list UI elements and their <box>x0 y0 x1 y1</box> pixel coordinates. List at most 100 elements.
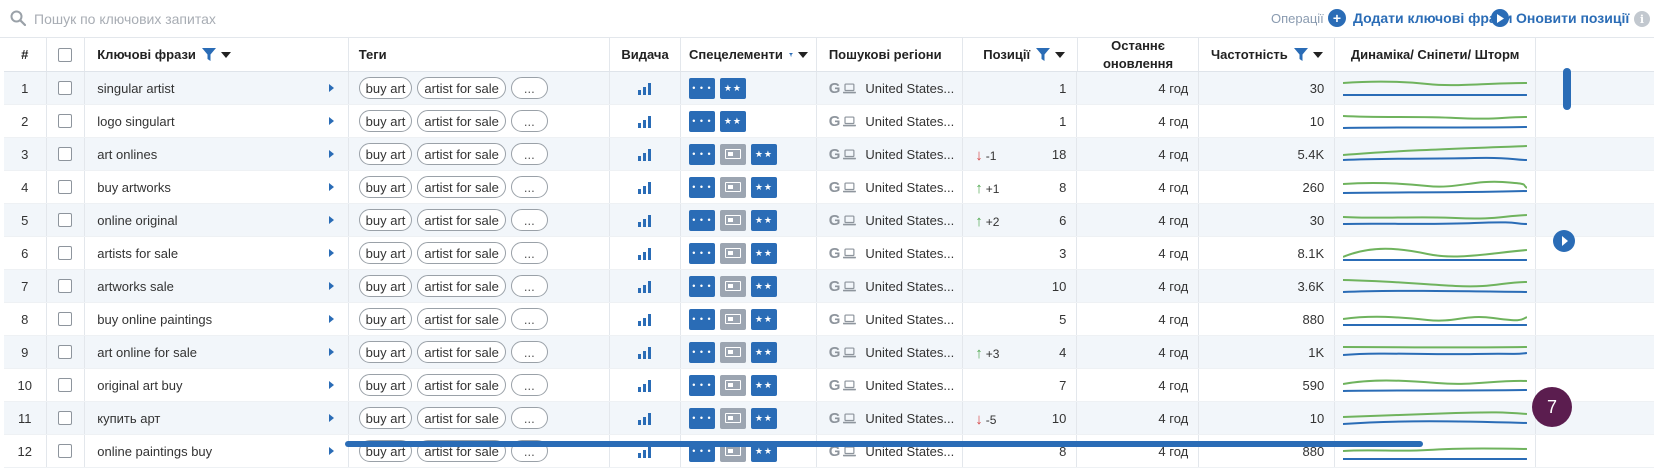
tag-chip[interactable]: artist for sale <box>417 242 506 264</box>
more-special-elements-icon[interactable]: • • • <box>688 209 715 231</box>
keyword-text[interactable]: logo singulart <box>97 114 174 129</box>
chevron-down-icon[interactable] <box>1055 51 1066 58</box>
keyword-text[interactable]: art onlines <box>97 147 157 162</box>
tag-more-button[interactable]: ... <box>510 407 548 429</box>
expand-arrow-icon[interactable] <box>328 249 334 257</box>
more-special-elements-icon[interactable]: • • • <box>688 341 715 363</box>
dynamics-sparkline[interactable] <box>1343 207 1528 233</box>
serp-bars-icon[interactable] <box>637 214 653 227</box>
select-all-checkbox[interactable] <box>58 47 73 62</box>
tag-chip[interactable]: artist for sale <box>417 110 506 132</box>
filter-icon[interactable] <box>788 48 793 62</box>
column-header-frequency[interactable]: Частотність <box>1199 38 1336 71</box>
tag-chip[interactable]: artist for sale <box>417 341 506 363</box>
keyword-text[interactable]: buy online paintings <box>97 312 212 327</box>
reviews-stars-icon[interactable]: ★★ <box>750 209 777 231</box>
keyword-text[interactable]: art online for sale <box>97 345 197 360</box>
row-checkbox[interactable] <box>58 114 73 128</box>
dynamics-sparkline[interactable] <box>1343 108 1528 134</box>
more-special-elements-icon[interactable]: • • • <box>688 176 715 198</box>
tag-more-button[interactable]: ... <box>510 176 548 198</box>
reviews-stars-icon[interactable]: ★★ <box>719 110 746 132</box>
featured-snippet-icon[interactable] <box>719 209 746 231</box>
serp-bars-icon[interactable] <box>637 313 653 326</box>
reviews-stars-icon[interactable]: ★★ <box>750 308 777 330</box>
dynamics-cell[interactable] <box>1335 303 1537 335</box>
keyword-cell[interactable]: art online for sale <box>85 336 349 368</box>
dynamics-cell[interactable] <box>1335 402 1537 434</box>
add-keywords-button[interactable]: + Додати ключові фрази <box>1328 9 1512 27</box>
dynamics-sparkline[interactable] <box>1343 273 1528 299</box>
expand-arrow-icon[interactable] <box>328 84 334 92</box>
dynamics-cell[interactable] <box>1335 435 1537 467</box>
keyword-text[interactable]: buy artworks <box>97 180 171 195</box>
serp-bars-icon[interactable] <box>637 379 653 392</box>
chevron-down-icon[interactable] <box>220 51 231 58</box>
reviews-stars-icon[interactable]: ★★ <box>750 374 777 396</box>
row-checkbox[interactable] <box>58 180 73 194</box>
tag-chip[interactable]: buy art <box>358 209 413 231</box>
table-row[interactable]: 7 artworks sale buy art artist for sale... •… <box>4 270 1654 303</box>
featured-snippet-icon[interactable] <box>719 407 746 429</box>
row-checkbox[interactable] <box>58 279 73 293</box>
keyword-cell[interactable]: art onlines <box>85 138 349 170</box>
reviews-stars-icon[interactable]: ★★ <box>719 77 746 99</box>
expand-arrow-icon[interactable] <box>328 315 334 323</box>
row-checkbox[interactable] <box>58 444 73 458</box>
dynamics-cell[interactable] <box>1335 237 1537 269</box>
chevron-down-icon[interactable] <box>797 51 808 58</box>
featured-snippet-icon[interactable] <box>719 143 746 165</box>
serp-bars-icon[interactable] <box>637 148 653 161</box>
tag-more-button[interactable]: ... <box>510 242 548 264</box>
reviews-stars-icon[interactable]: ★★ <box>750 242 777 264</box>
table-row[interactable]: 5 online original buy art artist for sale..… <box>4 204 1654 237</box>
horizontal-scrollbar[interactable] <box>345 441 1423 447</box>
tag-chip[interactable]: buy art <box>358 308 413 330</box>
serp-cell[interactable] <box>610 138 681 170</box>
expand-arrow-icon[interactable] <box>328 216 334 224</box>
info-icon[interactable]: i <box>1634 11 1650 27</box>
serp-cell[interactable] <box>610 402 681 434</box>
keyword-text[interactable]: online original <box>97 213 177 228</box>
table-row[interactable]: 6 artists for sale buy art artist for sale.… <box>4 237 1654 270</box>
expand-arrow-icon[interactable] <box>328 150 334 158</box>
dynamics-sparkline[interactable] <box>1343 306 1528 332</box>
featured-snippet-icon[interactable] <box>719 374 746 396</box>
table-row[interactable]: 8 buy online paintings buy art artist for s… <box>4 303 1654 336</box>
dynamics-sparkline[interactable] <box>1343 372 1528 398</box>
more-special-elements-icon[interactable]: • • • <box>688 308 715 330</box>
expand-arrow-icon[interactable] <box>328 414 334 422</box>
keyword-cell[interactable]: artworks sale <box>85 270 349 302</box>
serp-cell[interactable] <box>610 336 681 368</box>
more-special-elements-icon[interactable]: • • • <box>688 110 715 132</box>
dynamics-cell[interactable] <box>1335 369 1537 401</box>
tag-more-button[interactable]: ... <box>510 110 548 132</box>
column-header-special[interactable]: Спецелементи <box>681 38 817 71</box>
expand-panel-button[interactable] <box>1553 230 1575 252</box>
reviews-stars-icon[interactable]: ★★ <box>750 143 777 165</box>
keyword-text[interactable]: купить арт <box>97 411 160 426</box>
tag-chip[interactable]: artist for sale <box>417 176 506 198</box>
table-row[interactable]: 3 art onlines buy art artist for sale... • •… <box>4 138 1654 171</box>
more-special-elements-icon[interactable]: • • • <box>688 242 715 264</box>
serp-bars-icon[interactable] <box>637 412 653 425</box>
search-input[interactable] <box>34 7 634 31</box>
chevron-down-icon[interactable] <box>1312 51 1323 58</box>
keyword-text[interactable]: artworks sale <box>97 279 174 294</box>
serp-cell[interactable] <box>610 270 681 302</box>
serp-cell[interactable] <box>610 369 681 401</box>
tag-chip[interactable]: buy art <box>358 143 413 165</box>
keyword-cell[interactable]: logo singulart <box>85 105 349 137</box>
serp-cell[interactable] <box>610 72 681 104</box>
row-checkbox[interactable] <box>58 378 73 392</box>
keyword-text[interactable]: online paintings buy <box>97 444 212 459</box>
table-row[interactable]: 12 online paintings buy buy art artist for … <box>4 435 1654 468</box>
expand-arrow-icon[interactable] <box>328 117 334 125</box>
keyword-cell[interactable]: singular artist <box>85 72 349 104</box>
dynamics-sparkline[interactable] <box>1343 75 1528 101</box>
expand-arrow-icon[interactable] <box>328 282 334 290</box>
featured-snippet-icon[interactable] <box>719 308 746 330</box>
serp-cell[interactable] <box>610 105 681 137</box>
serp-bars-icon[interactable] <box>637 346 653 359</box>
keyword-cell[interactable]: online paintings buy <box>85 435 349 467</box>
